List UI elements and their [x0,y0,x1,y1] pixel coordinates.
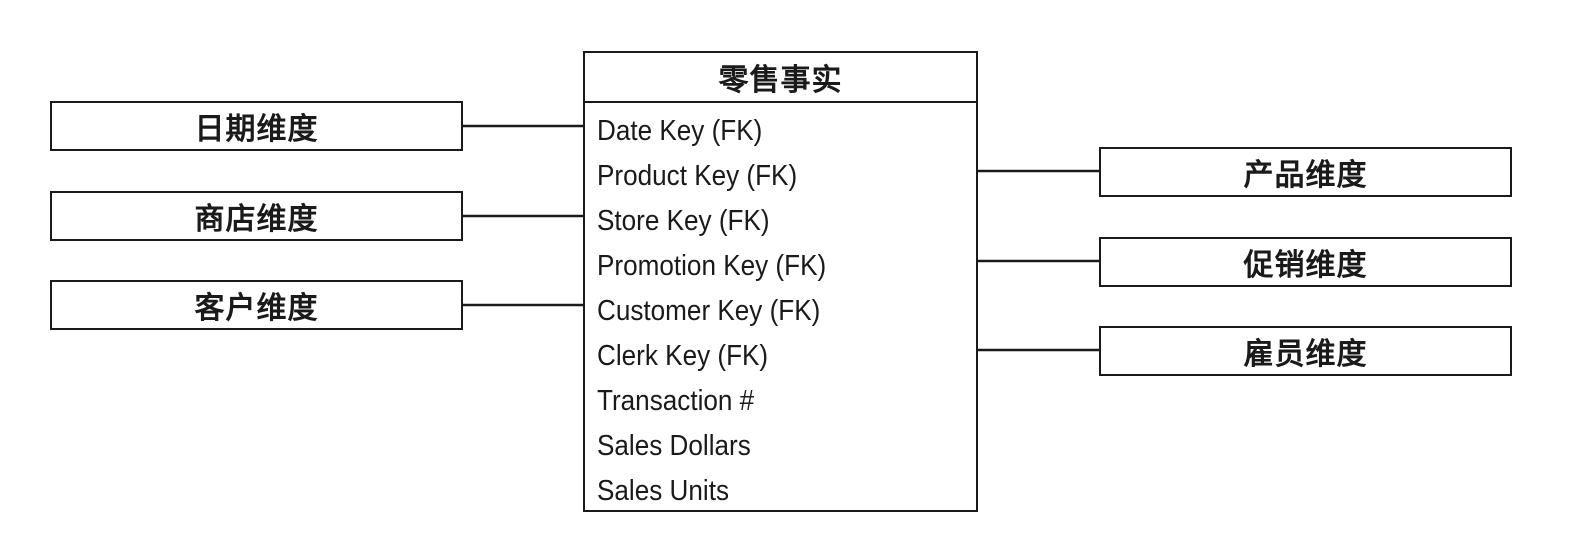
product-dimension-box: 产品维度 [1099,147,1512,197]
field-clerk-key: Clerk Key (FK) [597,340,769,372]
fact-table-fields: Date Key (FK) Product Key (FK) Store Key… [585,103,976,514]
field-transaction-number: Transaction # [597,385,755,417]
field-promotion-key: Promotion Key (FK) [597,250,827,282]
store-dimension-box: 商店维度 [50,191,463,241]
field-sales-units: Sales Units [597,475,730,507]
clerk-dimension-box: 雇员维度 [1099,326,1512,376]
field-customer-key: Customer Key (FK) [597,295,821,327]
customer-dimension-box: 客户维度 [50,280,463,330]
fact-table-title: 零售事实 [585,53,976,103]
field-product-key: Product Key (FK) [597,160,798,192]
field-date-key: Date Key (FK) [597,115,763,147]
field-sales-dollars: Sales Dollars [597,430,751,462]
field-store-key: Store Key (FK) [597,205,770,237]
promotion-dimension-box: 促销维度 [1099,237,1512,287]
retail-fact-table: 零售事实 Date Key (FK) Product Key (FK) Stor… [583,51,978,512]
date-dimension-box: 日期维度 [50,101,463,151]
